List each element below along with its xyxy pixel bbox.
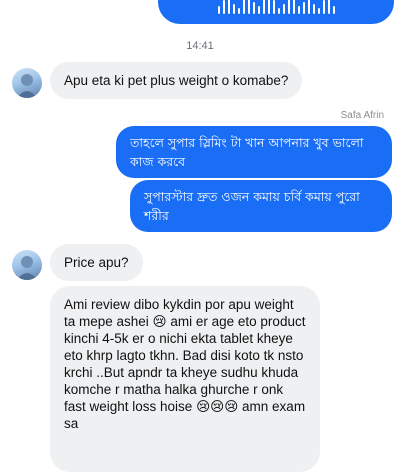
message-text: Price apu? bbox=[64, 255, 129, 270]
contact-avatar[interactable] bbox=[12, 250, 42, 280]
avatar-image-icon bbox=[17, 74, 37, 98]
message-text: তাহলে সুপার স্লিমিং টা খান আপনার খুব ভাল… bbox=[130, 135, 364, 169]
message-text: সুপারস্টার দ্রুত ওজন কমায় চর্বি কমায় প… bbox=[144, 189, 360, 223]
outgoing-message-bubble[interactable]: সুপারস্টার দ্রুত ওজন কমায় চর্বি কমায় প… bbox=[130, 180, 392, 232]
incoming-message-bubble[interactable]: Apu eta ki pet plus weight o komabe? bbox=[50, 62, 303, 99]
sender-name: Safa Afrin bbox=[340, 110, 384, 121]
contact-avatar[interactable] bbox=[12, 68, 42, 98]
outgoing-message-bubble[interactable]: তাহলে সুপার স্লিমিং টা খান আপনার খুব ভাল… bbox=[116, 126, 392, 178]
voice-message-bubble[interactable] bbox=[158, 0, 394, 24]
message-text: Ami review dibo kykdin por apu weight ta… bbox=[64, 297, 306, 431]
message-text: Apu eta ki pet plus weight o komabe? bbox=[64, 73, 289, 88]
incoming-message-bubble[interactable]: Ami review dibo kykdin por apu weight ta… bbox=[50, 286, 320, 472]
avatar-image-icon bbox=[17, 256, 37, 280]
audio-waveform-icon bbox=[217, 0, 335, 14]
message-timestamp: 14:41 bbox=[186, 40, 214, 52]
incoming-message-bubble[interactable]: Price apu? bbox=[50, 244, 143, 281]
